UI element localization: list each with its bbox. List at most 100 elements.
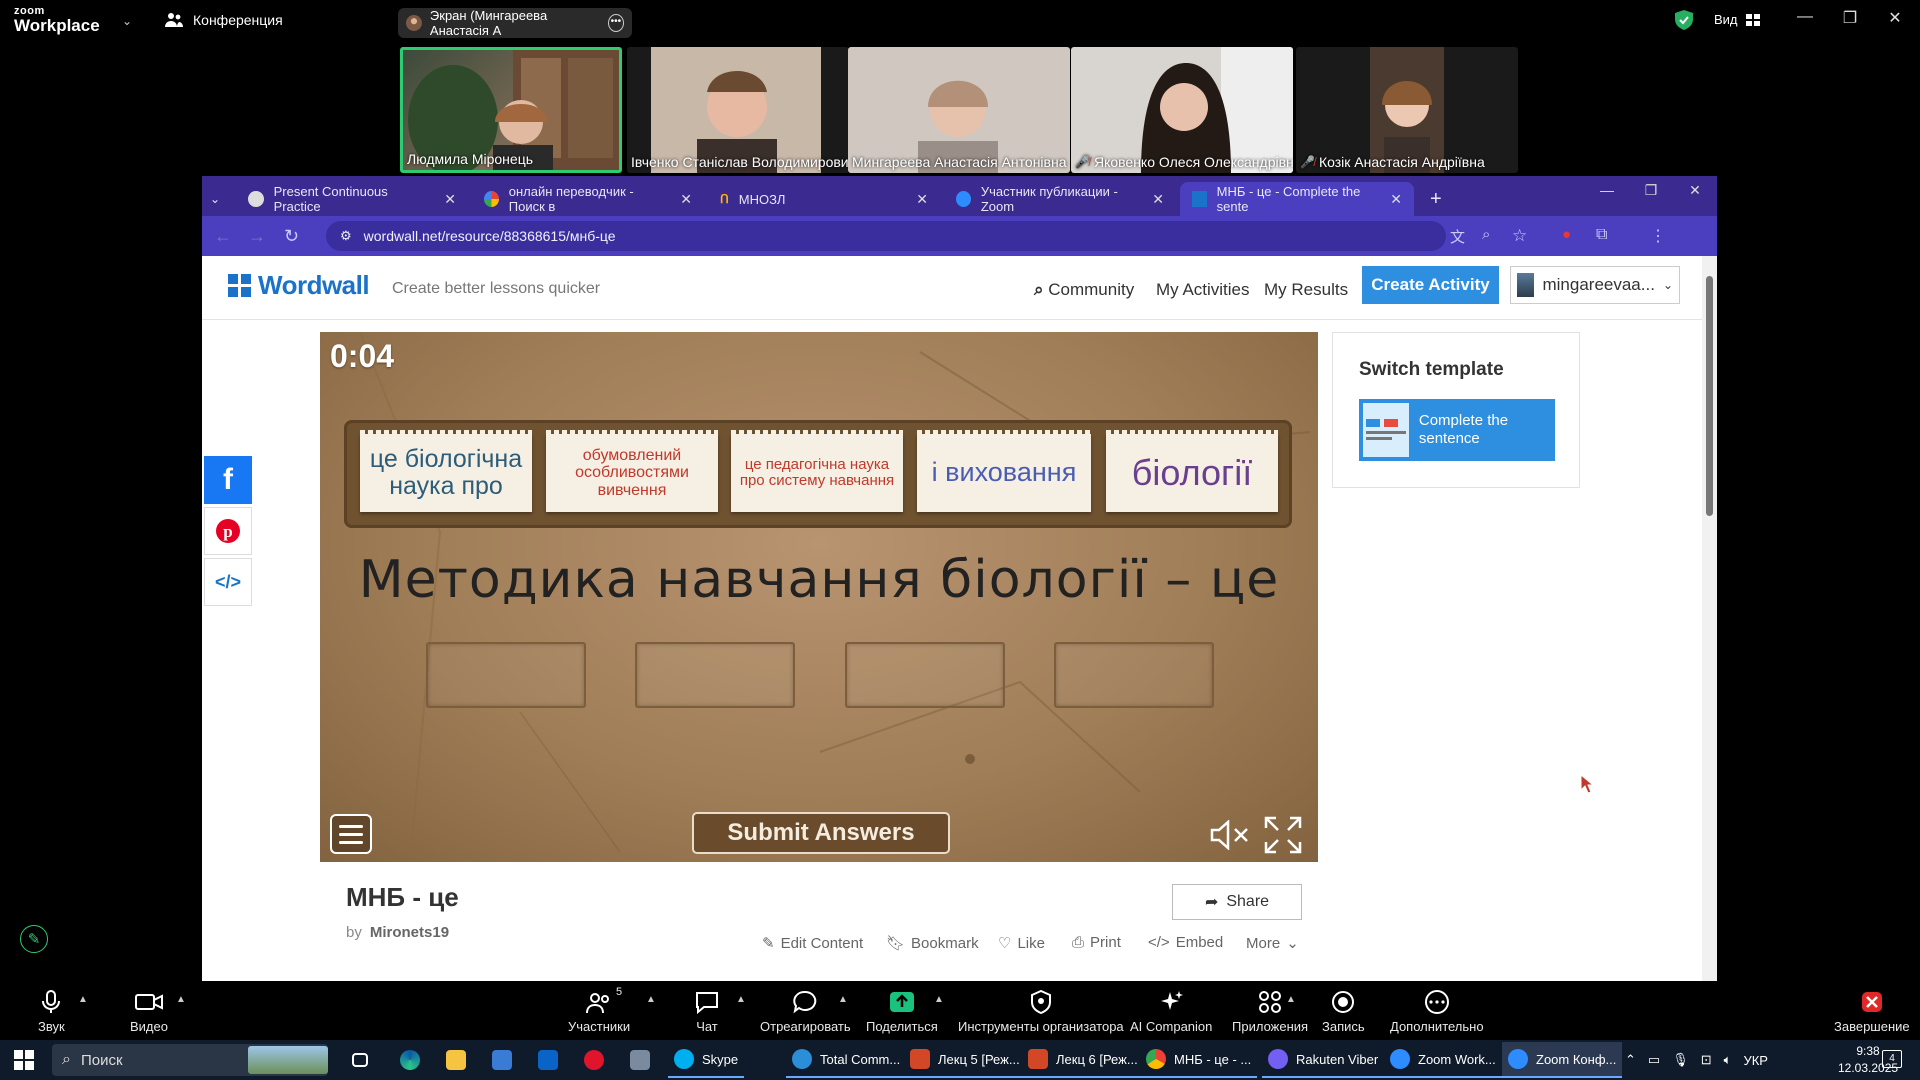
camera-tray-icon[interactable]: ▭ [1648,1052,1660,1068]
security-shield-icon[interactable] [1675,10,1693,30]
close-tab-icon[interactable]: ✕ [680,191,692,208]
extensions-puzzle-icon[interactable]: ⧉ [1596,226,1607,244]
audio-button[interactable]: Звук [38,990,65,1034]
network-icon[interactable]: ⊡ [1701,1052,1712,1068]
answer-card[interactable]: обумовлений особливостями вивчення [546,430,718,512]
mute-icon[interactable] [1210,820,1250,850]
answer-card[interactable]: біології [1106,430,1278,512]
close-tab-icon[interactable]: ✕ [444,191,456,208]
embed-link[interactable]: </> Embed [1148,934,1223,951]
taskbar-app-zoom-workplace[interactable]: Zoom Work... [1384,1042,1502,1078]
zoom-lens-icon[interactable]: ⌕ [1482,226,1490,243]
close-tab-icon[interactable]: ✕ [916,191,928,208]
menu-kebab-icon[interactable]: ⋮ [1650,226,1666,246]
opera-icon[interactable] [578,1042,610,1078]
chat-button[interactable]: Чат [694,990,720,1034]
outlook-icon[interactable] [532,1042,564,1078]
site-info-icon[interactable]: ⚙ [340,228,352,244]
language-indicator[interactable]: УКР [1743,1053,1768,1068]
calculator-icon[interactable] [624,1042,656,1078]
minimize-icon[interactable]: — [1592,182,1622,198]
task-view-icon[interactable] [346,1042,374,1078]
bookmark-star-icon[interactable]: ☆ [1512,226,1527,246]
tab-mnb-active[interactable]: МНБ - це - Complete the sente ✕ [1180,182,1414,216]
more-button[interactable]: Дополнительно [1390,990,1484,1034]
taskbar-app-zoom-conference[interactable]: Zoom Конф... [1502,1042,1623,1078]
participant-tile[interactable]: Людмила Міронець [400,47,622,173]
answer-card[interactable]: це педагогічна наука про систему навчанн… [731,430,903,512]
fullscreen-icon[interactable] [1264,816,1302,854]
ai-companion-button[interactable]: AI Companion [1130,990,1212,1034]
tab-zoom-participant[interactable]: Участник публикации - Zoom ✕ [944,182,1176,216]
game-area[interactable]: 0:04 це біологічна наука про обумовлений… [320,332,1318,862]
audio-options-caret[interactable]: ▲ [78,994,88,1005]
chevron-down-icon[interactable]: ⌄ [122,14,132,28]
restore-icon[interactable]: ❐ [1835,8,1865,28]
host-tools-button[interactable]: Инструменты организатора [958,990,1124,1034]
answer-blank[interactable] [845,642,1005,708]
close-tab-icon[interactable]: ✕ [1390,191,1402,208]
answer-blank[interactable] [1054,642,1214,708]
edit-content-link[interactable]: ✎ Edit Content [762,934,863,953]
bookmark-link[interactable]: 🔖︎ Bookmark [886,934,979,953]
taskbar-app-skype[interactable]: Skype [668,1042,745,1078]
chevron-up-icon[interactable]: ⌃ [1625,1052,1636,1068]
file-explorer-icon[interactable] [440,1042,472,1078]
minimize-icon[interactable]: — [1790,8,1820,26]
template-complete-sentence[interactable]: Complete the sentence [1359,399,1555,461]
tab-search-dropdown[interactable]: ⌄ [204,182,230,216]
nav-my-activities[interactable]: My Activities [1156,280,1250,300]
back-icon[interactable]: ← [214,226,232,247]
record-button[interactable]: Запись [1322,990,1365,1034]
nav-community[interactable]: ⌕ Community [1034,280,1134,300]
microphone-tray-icon[interactable]: 🎙︎ [1672,1052,1689,1068]
share-button[interactable]: ➦ Share [1172,884,1302,920]
close-icon[interactable]: ✕ [1680,182,1710,199]
end-meeting-button[interactable]: Завершение [1834,990,1910,1034]
like-link[interactable]: ♡ Like [998,934,1045,953]
participant-tile[interactable]: Мингареева Анастасія Антонівна [848,47,1070,173]
create-activity-button[interactable]: Create Activity [1362,266,1499,304]
author-link[interactable]: Mironets19 [370,924,449,941]
store-icon[interactable] [486,1042,518,1078]
taskbar-search[interactable]: ⌕ Поиск [52,1044,328,1076]
participant-tile[interactable]: Івченко Станіслав Володимирович [627,47,849,173]
apps-options-caret[interactable]: ▲ [1286,994,1296,1005]
answer-blank[interactable] [426,642,586,708]
screen-share-indicator[interactable]: Экран (Мингареева Анастасія А ••• [398,8,632,38]
taskbar-app-total-commander[interactable]: Total Comm... [786,1042,907,1078]
taskbar-app-chrome[interactable]: МНБ - це - ... [1140,1042,1258,1078]
more-link[interactable]: More ⌄ [1246,934,1299,953]
participant-tile[interactable]: 🎤̸ Козік Анастасія Андріївна [1296,47,1518,173]
embed-share-button[interactable]: </> [204,558,252,606]
taskbar-app-lecture-5[interactable]: Лекц 5 [Реж... [904,1042,1026,1078]
restore-icon[interactable]: ❐ [1636,182,1666,199]
forward-icon[interactable]: → [248,226,266,247]
submit-answers-button[interactable]: Submit Answers [692,812,950,854]
volume-icon[interactable]: 🔈︎ [1724,1052,1732,1068]
chat-options-caret[interactable]: ▲ [736,994,746,1005]
apps-button[interactable]: Приложения [1232,990,1308,1034]
answer-card[interactable]: це біологічна наука про [360,430,532,512]
close-icon[interactable]: ✕ [1880,8,1910,28]
close-tab-icon[interactable]: ✕ [1152,191,1164,208]
annotate-pencil-icon[interactable]: ✎ [20,925,48,953]
pinterest-share-button[interactable]: p [204,507,252,555]
tab-translator-search[interactable]: онлайн переводчик - Поиск в ✕ [472,182,704,216]
print-link[interactable]: ⎙ Print [1072,934,1121,951]
user-menu-button[interactable]: mingareevaa... ⌄ [1510,266,1680,304]
video-button[interactable]: Видео [130,990,168,1034]
participants-options-caret[interactable]: ▲ [646,994,656,1005]
participant-tile[interactable]: 🎤̸ Яковенко Олеся Олександрівна [1071,47,1293,173]
nav-my-results[interactable]: My Results [1264,280,1348,300]
page-scrollbar[interactable] [1702,256,1717,981]
conference-menu-button[interactable]: Конференция [165,12,283,28]
facebook-share-button[interactable]: f [204,456,252,504]
answer-card[interactable]: і виховання [917,430,1091,512]
scrollbar-thumb[interactable] [1706,276,1713,516]
share-options-caret[interactable]: ▲ [934,994,944,1005]
windows-start-icon[interactable] [14,1050,34,1070]
wordwall-logo[interactable]: Wordwall [228,270,370,301]
edge-icon[interactable] [394,1042,426,1078]
game-menu-button[interactable] [330,814,372,854]
